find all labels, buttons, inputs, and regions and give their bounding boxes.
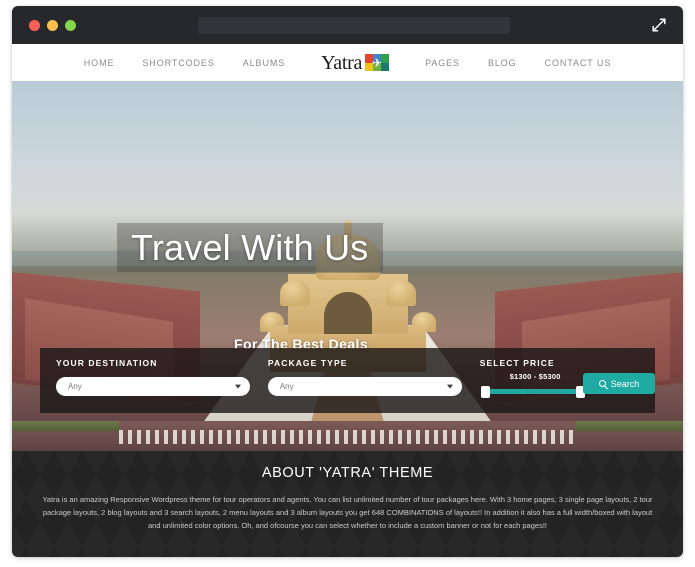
browser-window: HOME SHORTCODES ALBUMS Yatra ✈ PAGES BLO… [12, 6, 683, 557]
nav-item-albums[interactable]: ALBUMS [229, 58, 299, 68]
about-body: Yatra is an amazing Responsive Wordpress… [42, 495, 653, 530]
destination-label: YOUR DESTINATION [56, 358, 158, 368]
hero-title: Travel With Us [131, 227, 369, 268]
site-navigation: HOME SHORTCODES ALBUMS Yatra ✈ PAGES BLO… [12, 44, 683, 81]
close-window-button[interactable] [29, 19, 40, 31]
price-slider-min-handle[interactable] [480, 386, 490, 398]
destination-select[interactable]: Any [56, 377, 250, 396]
package-type-field: PACKAGE TYPE Any [267, 358, 462, 396]
maximize-window-button[interactable] [65, 19, 76, 31]
nav-item-blog[interactable]: BLOG [474, 58, 531, 68]
about-title: ABOUT 'YATRA' THEME [261, 465, 434, 481]
site-logo[interactable]: Yatra ✈ [321, 51, 390, 74]
magnifier-icon [598, 380, 606, 387]
nav-right-group: PAGES BLOG CONTACT US [411, 58, 625, 68]
minimize-window-button[interactable] [47, 19, 58, 31]
nav-item-shortcodes[interactable]: SHORTCODES [128, 58, 228, 68]
nav-left-group: HOME SHORTCODES ALBUMS [70, 58, 299, 68]
search-button-label: Search [610, 378, 640, 389]
logo-text: Yatra [321, 51, 363, 74]
about-section: ABOUT 'YATRA' THEME Yatra is an amazing … [12, 451, 683, 557]
chevron-down-icon [234, 384, 241, 389]
expand-arrows-icon[interactable] [649, 15, 669, 35]
address-bar[interactable] [198, 17, 510, 34]
hero-lawn-right [575, 421, 683, 431]
nav-item-pages[interactable]: PAGES [411, 58, 474, 68]
package-type-select[interactable]: Any [267, 377, 462, 396]
window-controls [29, 19, 76, 31]
price-label: SELECT PRICE [479, 358, 555, 368]
airplane-icon: ✈ [365, 54, 390, 71]
hero-crosswalk [119, 430, 576, 444]
destination-field: YOUR DESTINATION Any [56, 358, 250, 396]
chevron-down-icon [446, 384, 453, 389]
package-type-value: Any [279, 382, 294, 391]
hero-caption: Travel With Us [117, 223, 383, 272]
package-type-label: PACKAGE TYPE [267, 358, 348, 368]
browser-titlebar [12, 6, 683, 44]
nav-item-contact-us[interactable]: CONTACT US [531, 58, 626, 68]
hero-lawn-left [12, 421, 120, 431]
tour-search-panel: YOUR DESTINATION Any PACKAGE TYPE Any SE… [40, 348, 655, 413]
hero-banner: Travel With Us For The Best Deals YOUR D… [12, 81, 683, 451]
search-button[interactable]: Search [583, 373, 655, 394]
nav-item-home[interactable]: HOME [70, 58, 129, 68]
price-range-value: $1300 - $5300 [509, 372, 561, 381]
destination-value: Any [68, 382, 82, 391]
price-range-slider[interactable] [480, 386, 585, 398]
